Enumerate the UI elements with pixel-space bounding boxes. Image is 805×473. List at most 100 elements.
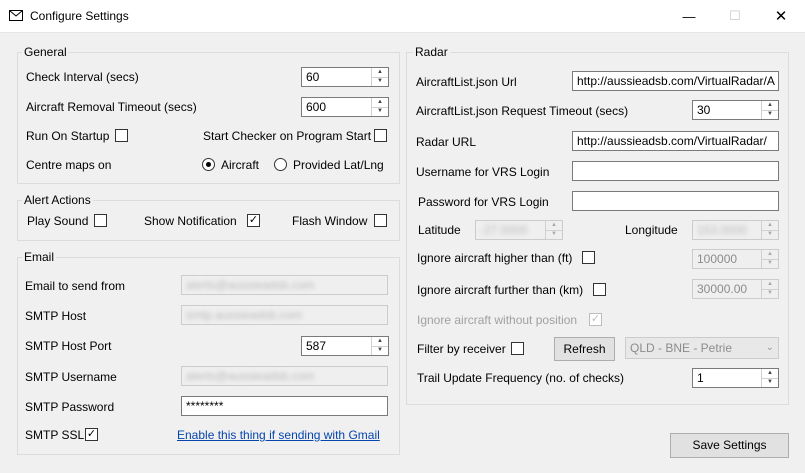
smtp-password-label: SMTP Password [25,400,115,414]
ignore-higher-stepper[interactable]: 100000 ▲ ▼ [692,249,779,269]
check-icon: ✓ [590,313,601,325]
ignore-further-label: Ignore aircraft further than (km) [417,283,584,297]
maximize-icon: ☐ [729,8,741,23]
check-icon: ✓ [248,214,259,226]
spin-down-icon[interactable]: ▼ [762,378,778,387]
send-from-field[interactable]: alerts@aussieadsb.com [181,275,388,295]
radar-url-field[interactable]: http://aussieadsb.com/VirtualRadar/ [572,131,779,151]
spin-down-icon[interactable]: ▼ [546,230,562,239]
request-timeout-stepper[interactable]: 30 ▲ ▼ [692,100,779,120]
removal-timeout-value: 600 [306,100,327,114]
alert-actions-legend: Alert Actions [22,193,93,207]
smtp-username-field[interactable]: alerts@aussieadsb.com [181,366,388,386]
spin-down-icon[interactable]: ▼ [762,259,778,268]
send-from-value: alerts@aussieadsb.com [186,278,315,292]
gmail-help-link[interactable]: Enable this thing if sending with Gmail [177,428,380,442]
smtp-password-field[interactable]: ******** [181,396,388,416]
ignore-without-position-checkbox: ✓ [589,313,602,326]
aircraftlist-url-label: AircraftList.json Url [416,75,517,89]
receiver-select[interactable]: QLD - BNE - Petrie ⌄ [625,337,779,359]
spin-down-icon[interactable]: ▼ [762,289,778,298]
vrs-password-field[interactable] [572,191,779,211]
radar-legend: Radar [413,45,450,59]
window-title: Configure Settings [30,9,129,23]
minimize-icon: — [682,8,696,24]
radio-provided-label: Provided Lat/Lng [293,158,384,172]
smtp-password-value: ******** [186,399,224,413]
longitude-stepper[interactable]: 153.0000 ▲ ▼ [692,220,779,240]
ignore-without-position-label: Ignore aircraft without position [417,313,578,327]
envelope-icon [9,10,23,21]
request-timeout-label: AircraftList.json Request Timeout (secs) [416,104,629,118]
show-notification-label: Show Notification [144,214,237,228]
latitude-value: -27.0000 [480,223,528,237]
centre-maps-label: Centre maps on [26,158,112,172]
title-bar: Configure Settings — ☐ ✕ [0,0,805,33]
trail-update-stepper[interactable]: 1 ▲ ▼ [692,368,779,388]
ignore-further-stepper[interactable]: 30000.00 ▲ ▼ [692,279,779,299]
ignore-further-checkbox[interactable] [593,283,606,296]
close-button[interactable]: ✕ [758,0,804,32]
receiver-selected-value: QLD - BNE - Petrie [630,341,733,355]
flash-window-checkbox[interactable] [374,214,387,227]
longitude-label: Longitude [625,223,678,237]
close-icon: ✕ [774,8,788,25]
filter-receiver-label: Filter by receiver [417,342,506,356]
maximize-button: ☐ [712,0,758,32]
check-icon: ✓ [86,428,97,440]
spin-down-icon[interactable]: ▼ [762,230,778,239]
flash-window-label: Flash Window [292,214,368,228]
play-sound-checkbox[interactable] [94,214,107,227]
ignore-higher-checkbox[interactable] [582,251,595,264]
send-from-label: Email to send from [25,279,126,293]
trail-update-label: Trail Update Frequency (no. of checks) [417,371,624,385]
start-checker-checkbox[interactable] [374,129,387,142]
spin-down-icon[interactable]: ▼ [372,107,388,116]
spin-down-icon[interactable]: ▼ [372,77,388,86]
refresh-button-label: Refresh [563,342,606,356]
radio-aircraft[interactable] [202,158,215,171]
smtp-port-label: SMTP Host Port [25,339,112,353]
play-sound-label: Play Sound [27,214,89,228]
spin-down-icon[interactable]: ▼ [762,110,778,119]
smtp-host-value: smtp.aussieadsb.com [186,308,303,322]
refresh-button[interactable]: Refresh [554,337,615,361]
run-on-startup-label: Run On Startup [26,129,110,143]
spin-down-icon[interactable]: ▼ [372,346,388,355]
radio-aircraft-label: Aircraft [221,158,260,172]
vrs-password-label: Password for VRS Login [418,195,549,209]
filter-receiver-checkbox[interactable] [511,342,524,355]
smtp-port-stepper[interactable]: 587 ▲ ▼ [301,336,389,356]
trail-update-value: 1 [697,371,704,385]
show-notification-checkbox[interactable]: ✓ [247,214,260,227]
removal-timeout-stepper[interactable]: 600 ▲ ▼ [301,97,389,117]
save-settings-button[interactable]: Save Settings [670,433,789,458]
ignore-further-value: 30000.00 [697,282,748,296]
aircraftlist-url-field[interactable]: http://aussieadsb.com/VirtualRadar/A [572,71,779,91]
check-interval-value: 60 [306,70,320,84]
ignore-higher-value: 100000 [697,252,738,266]
ignore-higher-label: Ignore aircraft higher than (ft) [417,251,573,265]
check-interval-stepper[interactable]: 60 ▲ ▼ [301,67,389,87]
radio-provided-latlng[interactable] [274,158,287,171]
vrs-username-field[interactable] [572,161,779,181]
latitude-stepper[interactable]: -27.0000 ▲ ▼ [475,220,563,240]
smtp-ssl-checkbox[interactable]: ✓ [85,428,98,441]
email-legend: Email [22,250,57,264]
minimize-button[interactable]: — [666,0,712,32]
smtp-host-label: SMTP Host [25,309,87,323]
smtp-ssl-label: SMTP SSL [25,428,85,442]
smtp-host-field[interactable]: smtp.aussieadsb.com [181,305,388,325]
radar-url-value: http://aussieadsb.com/VirtualRadar/ [577,134,767,148]
radio-selected-dot [206,162,211,167]
chevron-down-icon: ⌄ [765,342,774,353]
latitude-label: Latitude [418,223,461,237]
removal-timeout-label: Aircraft Removal Timeout (secs) [26,100,197,114]
run-on-startup-checkbox[interactable] [115,129,128,142]
aircraftlist-url-value: http://aussieadsb.com/VirtualRadar/A [577,74,775,88]
smtp-port-value: 587 [306,339,327,353]
longitude-value: 153.0000 [697,223,748,237]
vrs-username-label: Username for VRS Login [416,165,550,179]
smtp-username-value: alerts@aussieadsb.com [186,369,315,383]
smtp-username-label: SMTP Username [25,370,117,384]
